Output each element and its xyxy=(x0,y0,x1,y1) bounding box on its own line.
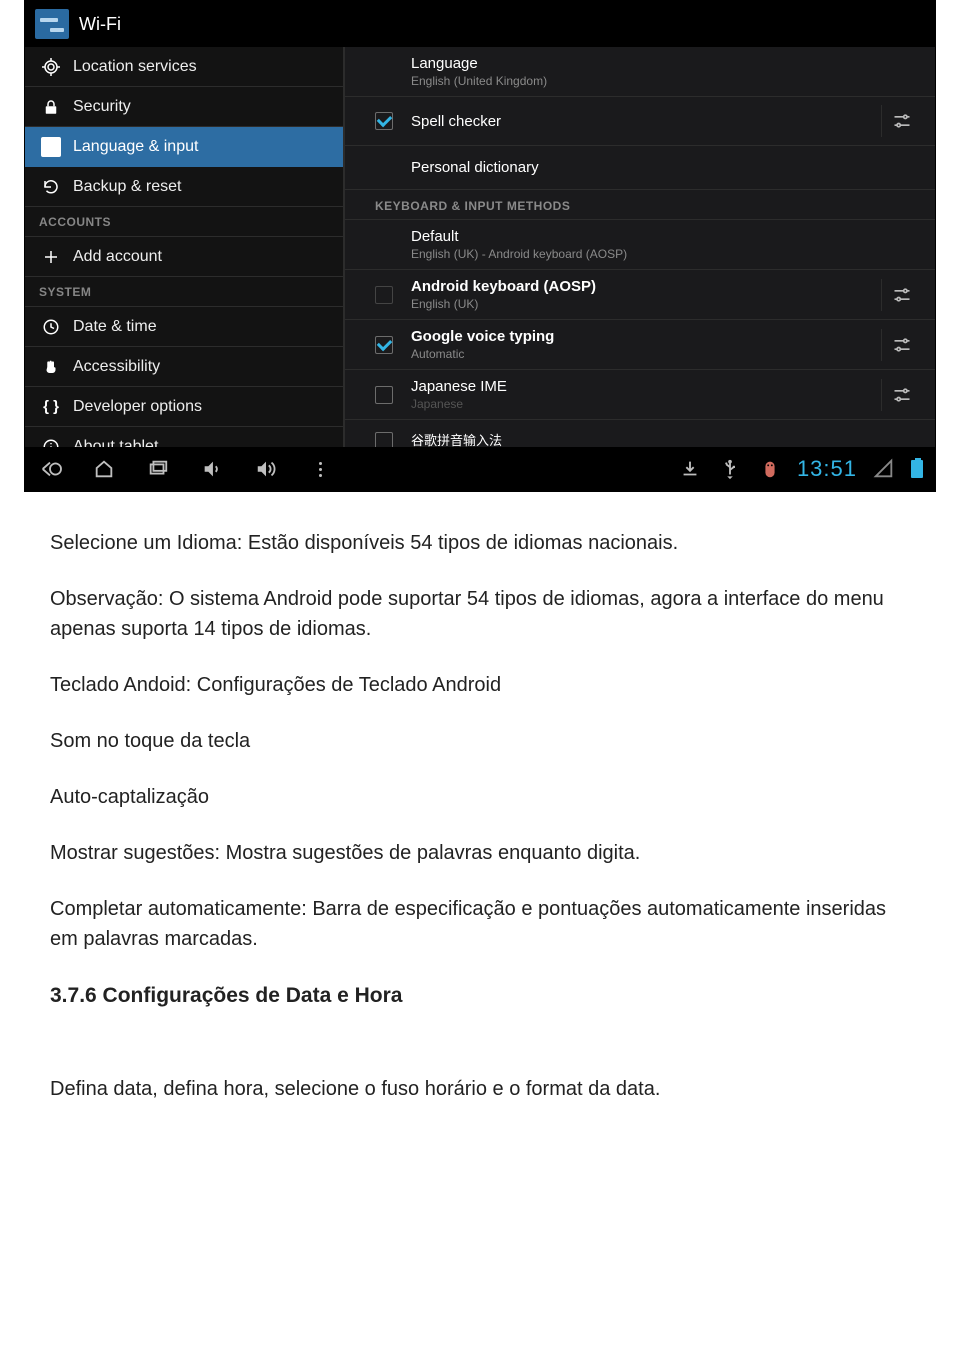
usb-icon[interactable] xyxy=(717,458,743,480)
home-button[interactable] xyxy=(91,458,117,480)
row-title: Default xyxy=(411,228,921,245)
info-icon xyxy=(41,437,61,448)
status-clock: 13:51 xyxy=(797,456,857,482)
settings-gear-android-keyboard[interactable] xyxy=(881,279,921,311)
sidebar-item-label: Date & time xyxy=(73,318,157,336)
row-title: Android keyboard (AOSP) xyxy=(411,278,881,295)
row-title: Japanese IME xyxy=(411,378,881,395)
battery-icon xyxy=(911,460,923,478)
wifi-icon xyxy=(35,9,69,39)
wifi-bar[interactable]: Wi-Fi xyxy=(25,1,935,47)
sidebar-item-datetime[interactable]: Date & time xyxy=(25,307,343,347)
row-subtitle: English (UK) - Android keyboard (AOSP) xyxy=(411,247,921,261)
row-japanese-ime[interactable]: Japanese IME Japanese xyxy=(345,370,935,420)
paragraph: Completar automaticamente: Barra de espe… xyxy=(50,894,910,954)
braces-icon: { } xyxy=(41,397,61,417)
sidebar-item-security[interactable]: Security xyxy=(25,87,343,127)
sidebar-item-location[interactable]: Location services xyxy=(25,47,343,87)
sidebar-item-label: Accessibility xyxy=(73,358,160,376)
row-personal-dictionary[interactable]: Personal dictionary xyxy=(345,146,935,190)
sidebar-item-label: Location services xyxy=(73,58,197,76)
row-title: Language xyxy=(411,55,921,72)
settings-gear-google-voice[interactable] xyxy=(881,329,921,361)
row-title: 谷歌拼音输入法 xyxy=(411,430,921,448)
row-default-keyboard[interactable]: Default English (UK) - Android keyboard … xyxy=(345,220,935,270)
checkbox-japanese-ime[interactable] xyxy=(375,386,393,404)
row-google-voice[interactable]: Google voice typing Automatic xyxy=(345,320,935,370)
paragraph: Teclado Andoid: Configurações de Teclado… xyxy=(50,670,910,700)
checkbox-android-keyboard[interactable] xyxy=(375,286,393,304)
row-subtitle: Automatic xyxy=(411,347,881,361)
row-android-keyboard[interactable]: Android keyboard (AOSP) English (UK) xyxy=(345,270,935,320)
sidebar-item-about[interactable]: About tablet xyxy=(25,427,343,447)
paragraph: Selecione um Idioma: Estão disponíveis 5… xyxy=(50,528,910,558)
sidebar-section-accounts: ACCOUNTS xyxy=(25,207,343,237)
volume-up-button[interactable] xyxy=(253,458,279,480)
android-debug-icon xyxy=(757,458,783,480)
sidebar-item-label: Add account xyxy=(73,248,162,266)
row-title: Google voice typing xyxy=(411,328,881,345)
paragraph: Auto-captalização xyxy=(50,782,910,812)
settings-sidebar: Location services Security A Language & … xyxy=(25,47,345,447)
settings-detail-pane: Language English (United Kingdom) Spell … xyxy=(345,47,935,447)
row-pinyin-partial[interactable]: 谷歌拼音输入法 xyxy=(345,420,935,447)
document-text: Selecione um Idioma: Estão disponíveis 5… xyxy=(50,528,910,1104)
menu-button[interactable] xyxy=(307,458,333,480)
row-spell-checker[interactable]: Spell checker xyxy=(345,97,935,146)
reticle-icon xyxy=(41,57,61,77)
wifi-label: Wi-Fi xyxy=(79,14,121,35)
plus-icon xyxy=(41,247,61,267)
download-icon[interactable] xyxy=(677,458,703,480)
paragraph: Defina data, defina hora, selecione o fu… xyxy=(50,1074,910,1104)
signal-icon xyxy=(871,458,897,480)
checkbox-spell-checker[interactable] xyxy=(375,112,393,130)
heading-3-7-6: 3.7.6 Configurações de Data e Hora xyxy=(50,980,910,1012)
back-button[interactable] xyxy=(37,458,63,480)
sidebar-item-language[interactable]: A Language & input xyxy=(25,127,343,167)
android-navbar: 13:51 xyxy=(25,447,935,491)
row-subtitle: Japanese xyxy=(411,397,881,411)
sidebar-item-label: About tablet xyxy=(73,438,158,448)
settings-gear-spell-checker[interactable] xyxy=(881,105,921,137)
lock-icon xyxy=(41,97,61,117)
volume-down-button[interactable] xyxy=(199,458,225,480)
checkbox-google-voice[interactable] xyxy=(375,336,393,354)
row-subtitle: English (UK) xyxy=(411,297,881,311)
sidebar-item-accessibility[interactable]: Accessibility xyxy=(25,347,343,387)
sidebar-item-label: Backup & reset xyxy=(73,178,182,196)
row-title: Personal dictionary xyxy=(411,159,921,176)
row-title: Spell checker xyxy=(411,113,881,130)
row-language[interactable]: Language English (United Kingdom) xyxy=(345,47,935,97)
checkbox-pinyin[interactable] xyxy=(375,432,393,447)
sidebar-item-label: Developer options xyxy=(73,398,202,416)
clock-icon xyxy=(41,317,61,337)
sidebar-item-backup[interactable]: Backup & reset xyxy=(25,167,343,207)
paragraph: Mostrar sugestões: Mostra sugestões de p… xyxy=(50,838,910,868)
recent-apps-button[interactable] xyxy=(145,458,171,480)
hand-icon xyxy=(41,357,61,377)
sidebar-item-label: Language & input xyxy=(73,138,198,156)
settings-gear-japanese-ime[interactable] xyxy=(881,379,921,411)
sidebar-item-developer[interactable]: { } Developer options xyxy=(25,387,343,427)
sidebar-section-system: SYSTEM xyxy=(25,277,343,307)
sidebar-item-add-account[interactable]: Add account xyxy=(25,237,343,277)
section-keyboard-header: KEYBOARD & INPUT METHODS xyxy=(345,190,935,220)
row-subtitle: English (United Kingdom) xyxy=(411,74,921,88)
language-a-icon: A xyxy=(41,137,61,157)
paragraph: Observação: O sistema Android pode supor… xyxy=(50,584,910,644)
android-settings-screenshot: Wi-Fi Location services Security A Langu… xyxy=(24,0,936,492)
paragraph: Som no toque da tecla xyxy=(50,726,910,756)
backup-icon xyxy=(41,177,61,197)
sidebar-item-label: Security xyxy=(73,98,131,116)
